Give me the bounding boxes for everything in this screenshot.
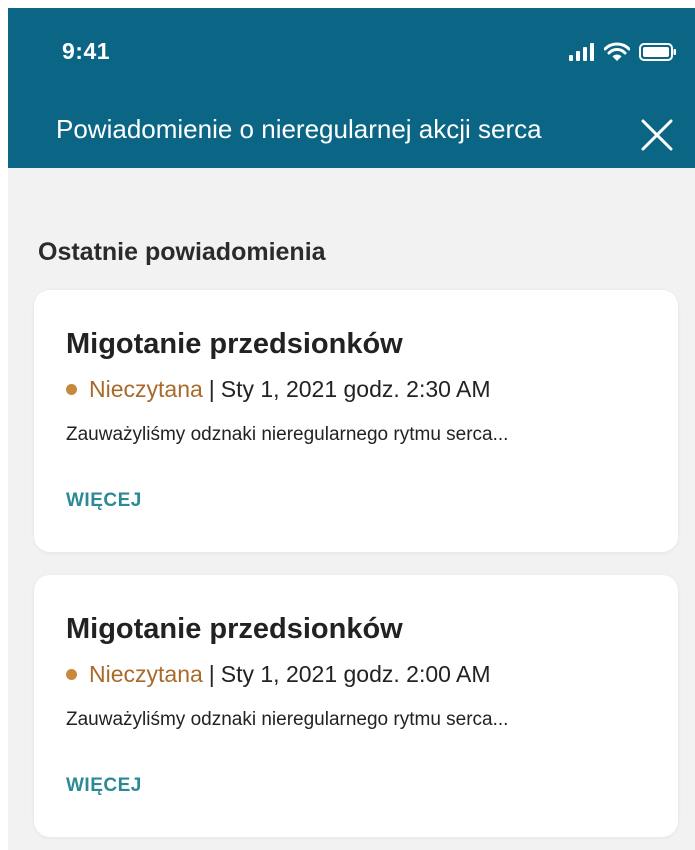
status-bar: 9:41: [8, 8, 695, 88]
notification-card[interactable]: Migotanie przedsionków Nieczytana | Sty …: [34, 575, 678, 837]
notification-description: Zauważyliśmy odznaki nieregularnego rytm…: [66, 424, 509, 445]
wifi-icon: [603, 42, 631, 67]
status-time: 9:41: [62, 38, 111, 64]
status-icons: [569, 42, 677, 67]
page-title: Powiadomienie o nieregularnej akcji serc…: [56, 114, 542, 144]
title-bar: Powiadomienie o nieregularnej akcji serc…: [8, 88, 695, 168]
app-header: 9:41 Powiadomienie o nieregularnej akcji…: [8, 8, 695, 168]
screen: 9:41 Powiadomienie o nieregularnej akcji…: [0, 0, 695, 850]
notification-datetime: Sty 1, 2021 godz. 2:00 AM: [220, 661, 491, 687]
close-button[interactable]: [639, 119, 675, 155]
battery-icon: [639, 43, 677, 66]
notification-meta: Nieczytana | Sty 1, 2021 godz. 2:30 AM: [66, 376, 491, 403]
notification-status: Nieczytana: [89, 376, 203, 402]
more-button[interactable]: WIĘCEJ: [66, 490, 142, 512]
notification-card[interactable]: Migotanie przedsionków Nieczytana | Sty …: [34, 290, 678, 552]
notification-title: Migotanie przedsionków: [66, 613, 403, 645]
notification-status: Nieczytana: [89, 661, 203, 687]
notification-description: Zauważyliśmy odznaki nieregularnego rytm…: [66, 709, 509, 730]
close-icon: [640, 118, 674, 157]
unread-dot-icon: [66, 669, 77, 680]
signal-icon: [569, 43, 595, 66]
meta-separator: |: [208, 376, 215, 402]
notification-meta: Nieczytana | Sty 1, 2021 godz. 2:00 AM: [66, 661, 491, 688]
more-button[interactable]: WIĘCEJ: [66, 775, 142, 797]
content-area: Ostatnie powiadomienia Migotanie przedsi…: [8, 168, 695, 850]
meta-separator: |: [208, 661, 215, 687]
section-title: Ostatnie powiadomienia: [38, 238, 326, 266]
notification-datetime: Sty 1, 2021 godz. 2:30 AM: [220, 376, 491, 402]
unread-dot-icon: [66, 384, 77, 395]
notification-title: Migotanie przedsionków: [66, 328, 403, 360]
